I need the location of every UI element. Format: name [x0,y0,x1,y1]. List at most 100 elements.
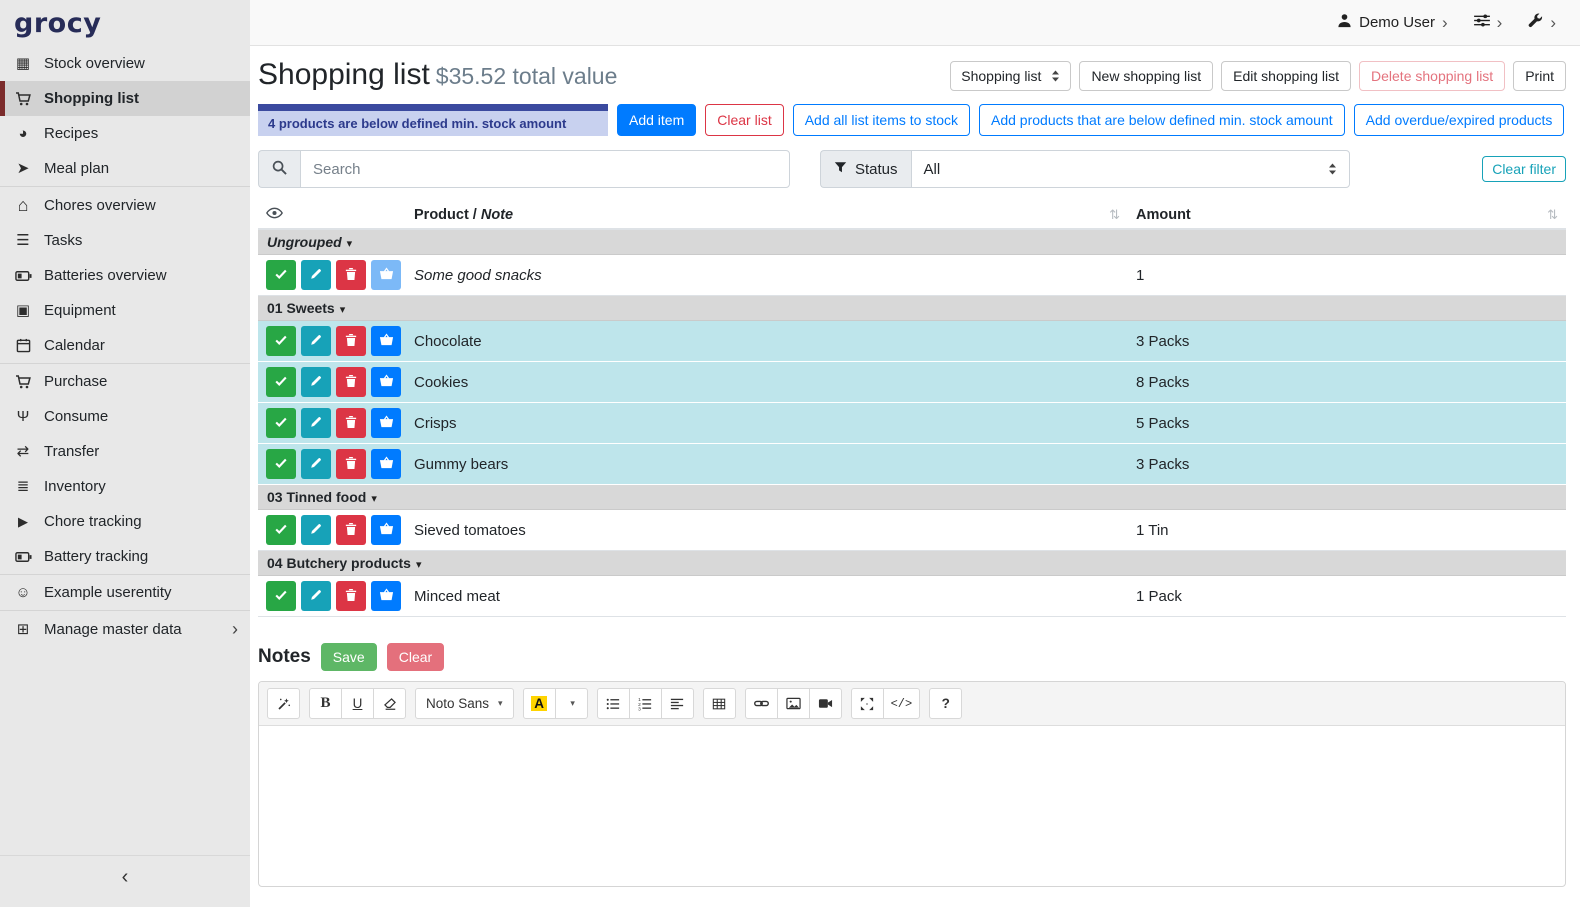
sidebar-item-inventory[interactable]: ≣ Inventory [0,469,250,504]
delete-shopping-list-button[interactable]: Delete shopping list [1359,61,1505,91]
ordered-list-button[interactable]: 123 [629,688,662,719]
delete-item-button[interactable] [336,449,366,479]
sidebar-item-stock-overview[interactable]: ▦ Stock overview [0,46,250,81]
mark-done-button[interactable] [266,326,296,356]
notes-heading: Notes [258,646,311,668]
delete-item-button[interactable] [336,515,366,545]
delete-item-button[interactable] [336,581,366,611]
sidebar-item-equipment[interactable]: ▣ Equipment [0,293,250,328]
sidebar-item-shopping-list[interactable]: Shopping list [0,81,250,116]
mark-done-button[interactable] [266,367,296,397]
eraser-button[interactable] [373,688,406,719]
sidebar-item-consume[interactable]: Ψ Consume [0,399,250,434]
add-to-stock-button[interactable] [371,367,401,397]
video-button[interactable] [809,688,842,719]
delete-item-button[interactable] [336,326,366,356]
sidebar-item-recipes[interactable]: ◕ Recipes [0,116,250,151]
edit-item-button[interactable] [301,260,331,290]
group-header-row[interactable]: 04 Butchery products▾ [258,551,1566,576]
shopping-list-select[interactable]: Shopping list [950,61,1071,91]
column-product[interactable]: Product / [414,207,477,223]
mark-done-button[interactable] [266,515,296,545]
edit-item-button[interactable] [301,449,331,479]
sidebar-item-label: Calendar [44,337,105,354]
mark-done-button[interactable] [266,581,296,611]
sidebar-item-batteries-overview[interactable]: Batteries overview [0,258,250,293]
column-note[interactable]: Note [481,207,513,223]
search-input[interactable] [300,150,790,188]
search-addon [258,150,300,188]
bold-button[interactable]: B [309,688,342,719]
add-to-stock-button[interactable] [371,260,401,290]
paragraph-style-button[interactable] [661,688,694,719]
settings-menu[interactable]: › [1474,14,1503,31]
magic-style-button[interactable] [267,688,300,719]
group-header-row[interactable]: Ungrouped▾ [258,229,1566,255]
mark-done-button[interactable] [266,408,296,438]
sort-product-icon[interactable]: ⇅ [1109,207,1120,223]
print-button[interactable]: Print [1513,61,1566,91]
sidebar-item-chore-tracking[interactable]: ▶ Chore tracking [0,504,250,539]
fullscreen-button[interactable] [851,688,884,719]
add-to-stock-button[interactable] [371,515,401,545]
add-to-stock-button[interactable] [371,581,401,611]
help-button[interactable]: ? [929,688,962,719]
sort-amount-icon[interactable]: ⇅ [1547,207,1558,223]
unordered-list-button[interactable] [597,688,630,719]
app-logo[interactable]: grocy [0,0,250,46]
add-overdue-button[interactable]: Add overdue/expired products [1354,104,1565,136]
color-caret-button[interactable]: ▾ [555,688,588,719]
underline-button[interactable]: U [341,688,374,719]
sidebar-item-meal-plan[interactable]: ➤ Meal plan [0,151,250,187]
code-view-button[interactable]: </> [883,688,921,719]
add-to-stock-button[interactable] [371,408,401,438]
mark-done-button[interactable] [266,260,296,290]
user-menu[interactable]: Demo User › [1337,13,1448,32]
status-select-value: All [924,161,941,178]
column-amount[interactable]: Amount [1136,207,1191,223]
picture-button[interactable] [777,688,810,719]
sidebar-item-transfer[interactable]: ⇄ Transfer [0,434,250,469]
sidebar-item-manage-master-data[interactable]: ⊞ Manage master data › [0,611,250,647]
save-notes-button[interactable]: Save [321,643,377,671]
group-header-row[interactable]: 01 Sweets▾ [258,296,1566,321]
edit-item-button[interactable] [301,367,331,397]
font-family-button[interactable]: Noto Sans▾ [415,688,514,719]
product-name: Cookies [414,374,468,391]
sidebar-item-calendar[interactable]: Calendar [0,328,250,364]
highlight-color-button[interactable]: A [523,688,556,719]
add-item-button[interactable]: Add item [617,104,696,136]
eye-icon[interactable] [266,207,283,223]
clear-notes-button[interactable]: Clear [387,643,444,671]
below-min-stock-banner[interactable]: 4 products are below defined min. stock … [258,104,608,136]
group-header-row[interactable]: 03 Tinned food▾ [258,485,1566,510]
sidebar-collapse-button[interactable]: ‹ [0,855,250,907]
add-below-min-stock-button[interactable]: Add products that are below defined min.… [979,104,1345,136]
edit-item-button[interactable] [301,581,331,611]
add-all-to-stock-button[interactable]: Add all list items to stock [793,104,970,136]
add-to-stock-button[interactable] [371,449,401,479]
new-shopping-list-button[interactable]: New shopping list [1079,61,1213,91]
edit-item-button[interactable] [301,326,331,356]
notes-editor-area[interactable] [259,726,1565,886]
sidebar-item-battery-tracking[interactable]: Battery tracking [0,539,250,575]
admin-menu[interactable]: › [1528,13,1556,32]
edit-shopping-list-button[interactable]: Edit shopping list [1221,61,1351,91]
toolbar-group: A▾ [523,688,588,719]
add-to-stock-button[interactable] [371,326,401,356]
sidebar-item-example-userentity[interactable]: ☺ Example userentity [0,575,250,611]
sidebar-item-chores-overview[interactable]: ⌂ Chores overview [0,187,250,223]
delete-item-button[interactable] [336,367,366,397]
clear-filter-button[interactable]: Clear filter [1482,156,1566,182]
delete-item-button[interactable] [336,408,366,438]
mark-done-button[interactable] [266,449,296,479]
edit-item-button[interactable] [301,408,331,438]
table-button[interactable] [703,688,736,719]
clear-list-button[interactable]: Clear list [705,104,783,136]
sidebar-item-tasks[interactable]: ☰ Tasks [0,223,250,258]
link-button[interactable] [745,688,778,719]
sidebar-item-purchase[interactable]: Purchase [0,364,250,399]
status-select[interactable]: All [911,150,1350,188]
delete-item-button[interactable] [336,260,366,290]
edit-item-button[interactable] [301,515,331,545]
